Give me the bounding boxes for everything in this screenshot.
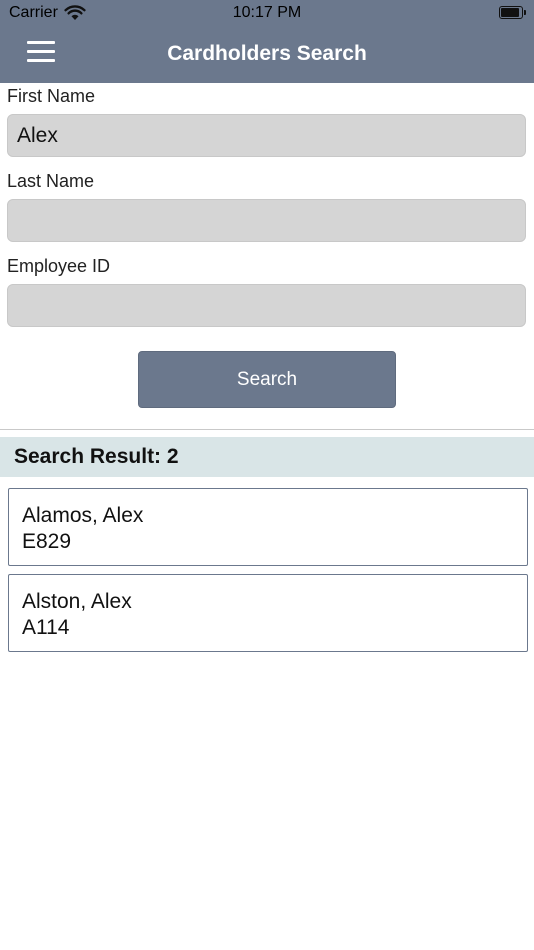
result-name: Alston, Alex <box>22 590 132 613</box>
employee-id-label: Employee ID <box>7 256 111 276</box>
result-name: Alamos, Alex <box>22 504 144 527</box>
result-id: E829 <box>22 530 72 553</box>
page-title: Cardholders Search <box>167 42 367 65</box>
header-bar: Carrier 10:17 PM Cardholders Search <box>0 0 534 83</box>
result-item[interactable]: Alamos, Alex E829 <box>8 488 528 566</box>
nav-bar: Cardholders Search <box>0 28 534 83</box>
result-item[interactable]: Alston, Alex A114 <box>8 574 528 652</box>
first-name-field[interactable] <box>7 114 526 157</box>
first-name-label: First Name <box>7 86 96 106</box>
result-id: A114 <box>22 616 70 639</box>
search-button[interactable]: Search <box>138 351 396 408</box>
last-name-label: Last Name <box>7 171 95 191</box>
status-bar: Carrier 10:17 PM <box>0 0 534 28</box>
divider <box>0 429 534 430</box>
status-time: 10:17 PM <box>232 4 302 21</box>
employee-id-field[interactable] <box>7 284 526 327</box>
search-result-header: Search Result: 2 <box>0 437 534 477</box>
last-name-field[interactable] <box>7 199 526 242</box>
battery-icon <box>499 6 526 19</box>
